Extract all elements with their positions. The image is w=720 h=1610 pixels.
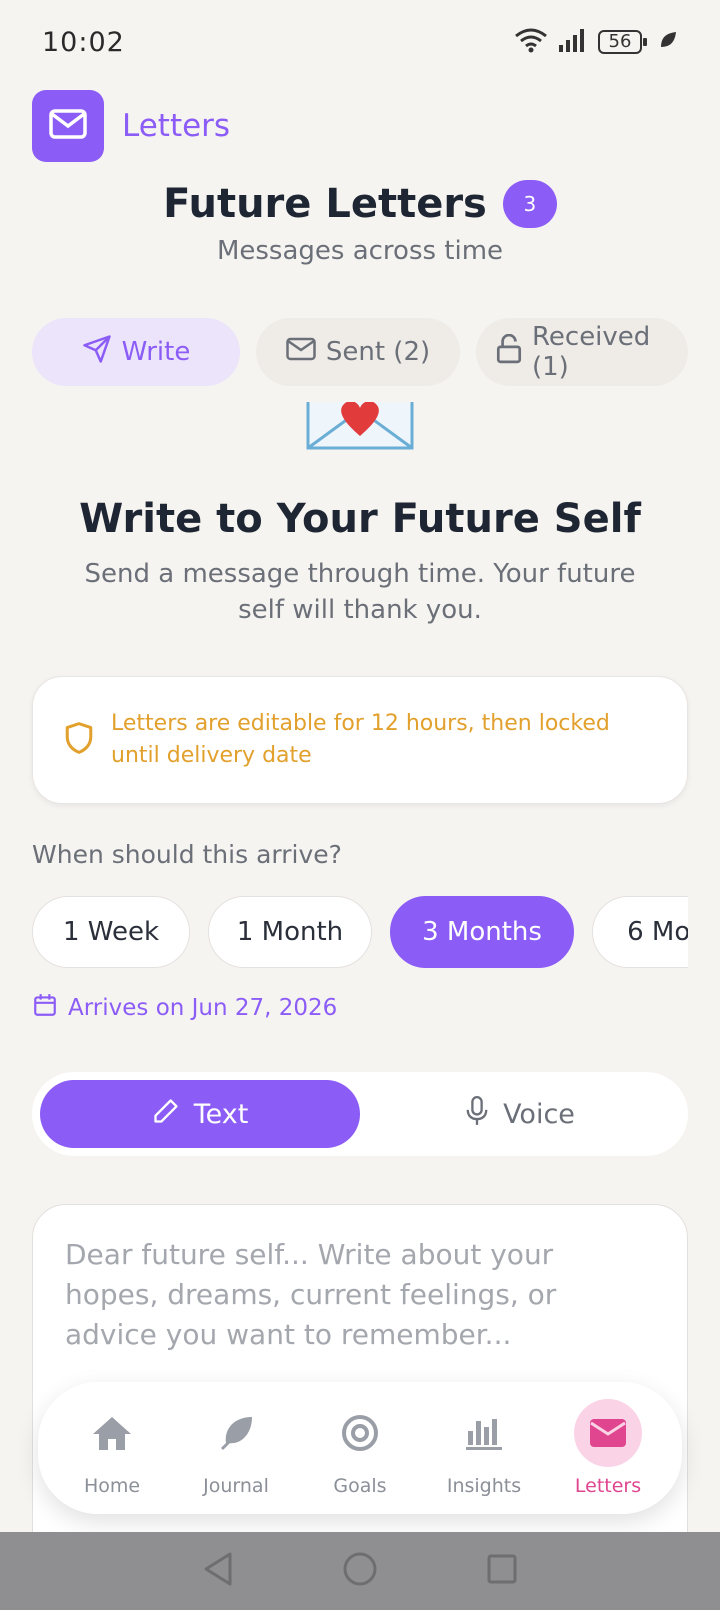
letter-tabs: Write Sent (2) Received (1) xyxy=(32,318,688,386)
voice-mode-button[interactable]: Voice xyxy=(360,1080,680,1148)
unlock-icon xyxy=(496,333,522,371)
leaf-icon xyxy=(658,30,678,54)
nav-home[interactable]: Home xyxy=(56,1399,168,1497)
status-time: 10:02 xyxy=(42,26,125,58)
system-nav-bar xyxy=(0,1532,720,1610)
nav-insights[interactable]: Insights xyxy=(428,1399,540,1497)
nav-goals-label: Goals xyxy=(333,1475,387,1497)
signal-icon xyxy=(558,27,588,57)
tab-write[interactable]: Write xyxy=(32,318,240,386)
microphone-icon xyxy=(465,1095,489,1133)
nav-goals[interactable]: Goals xyxy=(304,1399,416,1497)
nav-insights-label: Insights xyxy=(446,1475,522,1497)
duration-options: 1 Week 1 Month 3 Months 6 Months xyxy=(32,896,688,968)
tab-received[interactable]: Received (1) xyxy=(476,318,688,386)
send-icon xyxy=(82,334,112,371)
arrival-date: Arrives on Jun 27, 2026 xyxy=(32,992,337,1024)
text-mode-label: Text xyxy=(193,1098,249,1130)
status-bar: 10:02 56 xyxy=(0,0,720,84)
duration-1-week[interactable]: 1 Week xyxy=(32,896,190,968)
app-header: Letters xyxy=(32,90,230,162)
back-icon[interactable] xyxy=(202,1551,234,1591)
arrival-text: Arrives on Jun 27, 2026 xyxy=(68,995,338,1021)
voice-mode-label: Voice xyxy=(503,1098,575,1130)
letter-text-input[interactable] xyxy=(65,1235,655,1375)
target-icon xyxy=(326,1399,394,1467)
mail-icon xyxy=(286,336,316,369)
shield-icon xyxy=(63,721,95,759)
nav-journal[interactable]: Journal xyxy=(180,1399,292,1497)
bottom-nav: Home Journal Goals Insights Letters xyxy=(38,1382,682,1514)
notice-text: Letters are editable for 12 hours, then … xyxy=(111,711,610,768)
edit-lock-notice: Letters are editable for 12 hours, then … xyxy=(32,676,688,804)
letter-mode-toggle: Text Voice xyxy=(32,1072,688,1156)
home-circle-icon[interactable] xyxy=(342,1551,378,1591)
nav-home-label: Home xyxy=(83,1475,141,1497)
title-row: Future Letters 3 xyxy=(0,180,720,228)
mail-icon xyxy=(49,109,87,143)
duration-6-months[interactable]: 6 Months xyxy=(592,896,688,968)
bar-chart-icon xyxy=(450,1399,518,1467)
text-mode-button[interactable]: Text xyxy=(40,1080,360,1148)
mail-icon xyxy=(574,1399,642,1467)
tab-write-label: Write xyxy=(121,337,191,367)
tab-sent-label: Sent (2) xyxy=(325,337,431,367)
page-subtitle: Messages across time xyxy=(216,236,504,266)
duration-1-month[interactable]: 1 Month xyxy=(208,896,372,968)
app-name: Letters xyxy=(122,108,231,144)
pencil-icon xyxy=(152,1097,180,1132)
app-logo[interactable] xyxy=(32,90,104,162)
hero-text: Send a message through time. Your future… xyxy=(84,559,636,625)
letters-count-badge: 3 xyxy=(502,180,557,228)
tab-sent[interactable]: Sent (2) xyxy=(256,318,460,386)
nav-journal-label: Journal xyxy=(203,1475,269,1497)
hero-title: Write to Your Future Self xyxy=(79,496,641,542)
nav-letters-label: Letters xyxy=(574,1475,642,1497)
calendar-icon xyxy=(32,992,58,1024)
battery-icon: 56 xyxy=(598,30,647,54)
page-title: Future Letters xyxy=(163,181,487,227)
tab-received-label: Received (1) xyxy=(532,322,651,382)
love-letter-icon xyxy=(306,402,414,452)
feather-icon xyxy=(202,1399,270,1467)
status-icons: 56 xyxy=(514,27,678,57)
nav-letters[interactable]: Letters xyxy=(552,1399,664,1497)
home-icon xyxy=(78,1399,146,1467)
delivery-question: When should this arrive? xyxy=(32,840,342,869)
recents-icon[interactable] xyxy=(486,1553,518,1589)
wifi-icon xyxy=(514,27,548,57)
duration-3-months[interactable]: 3 Months xyxy=(390,896,574,968)
